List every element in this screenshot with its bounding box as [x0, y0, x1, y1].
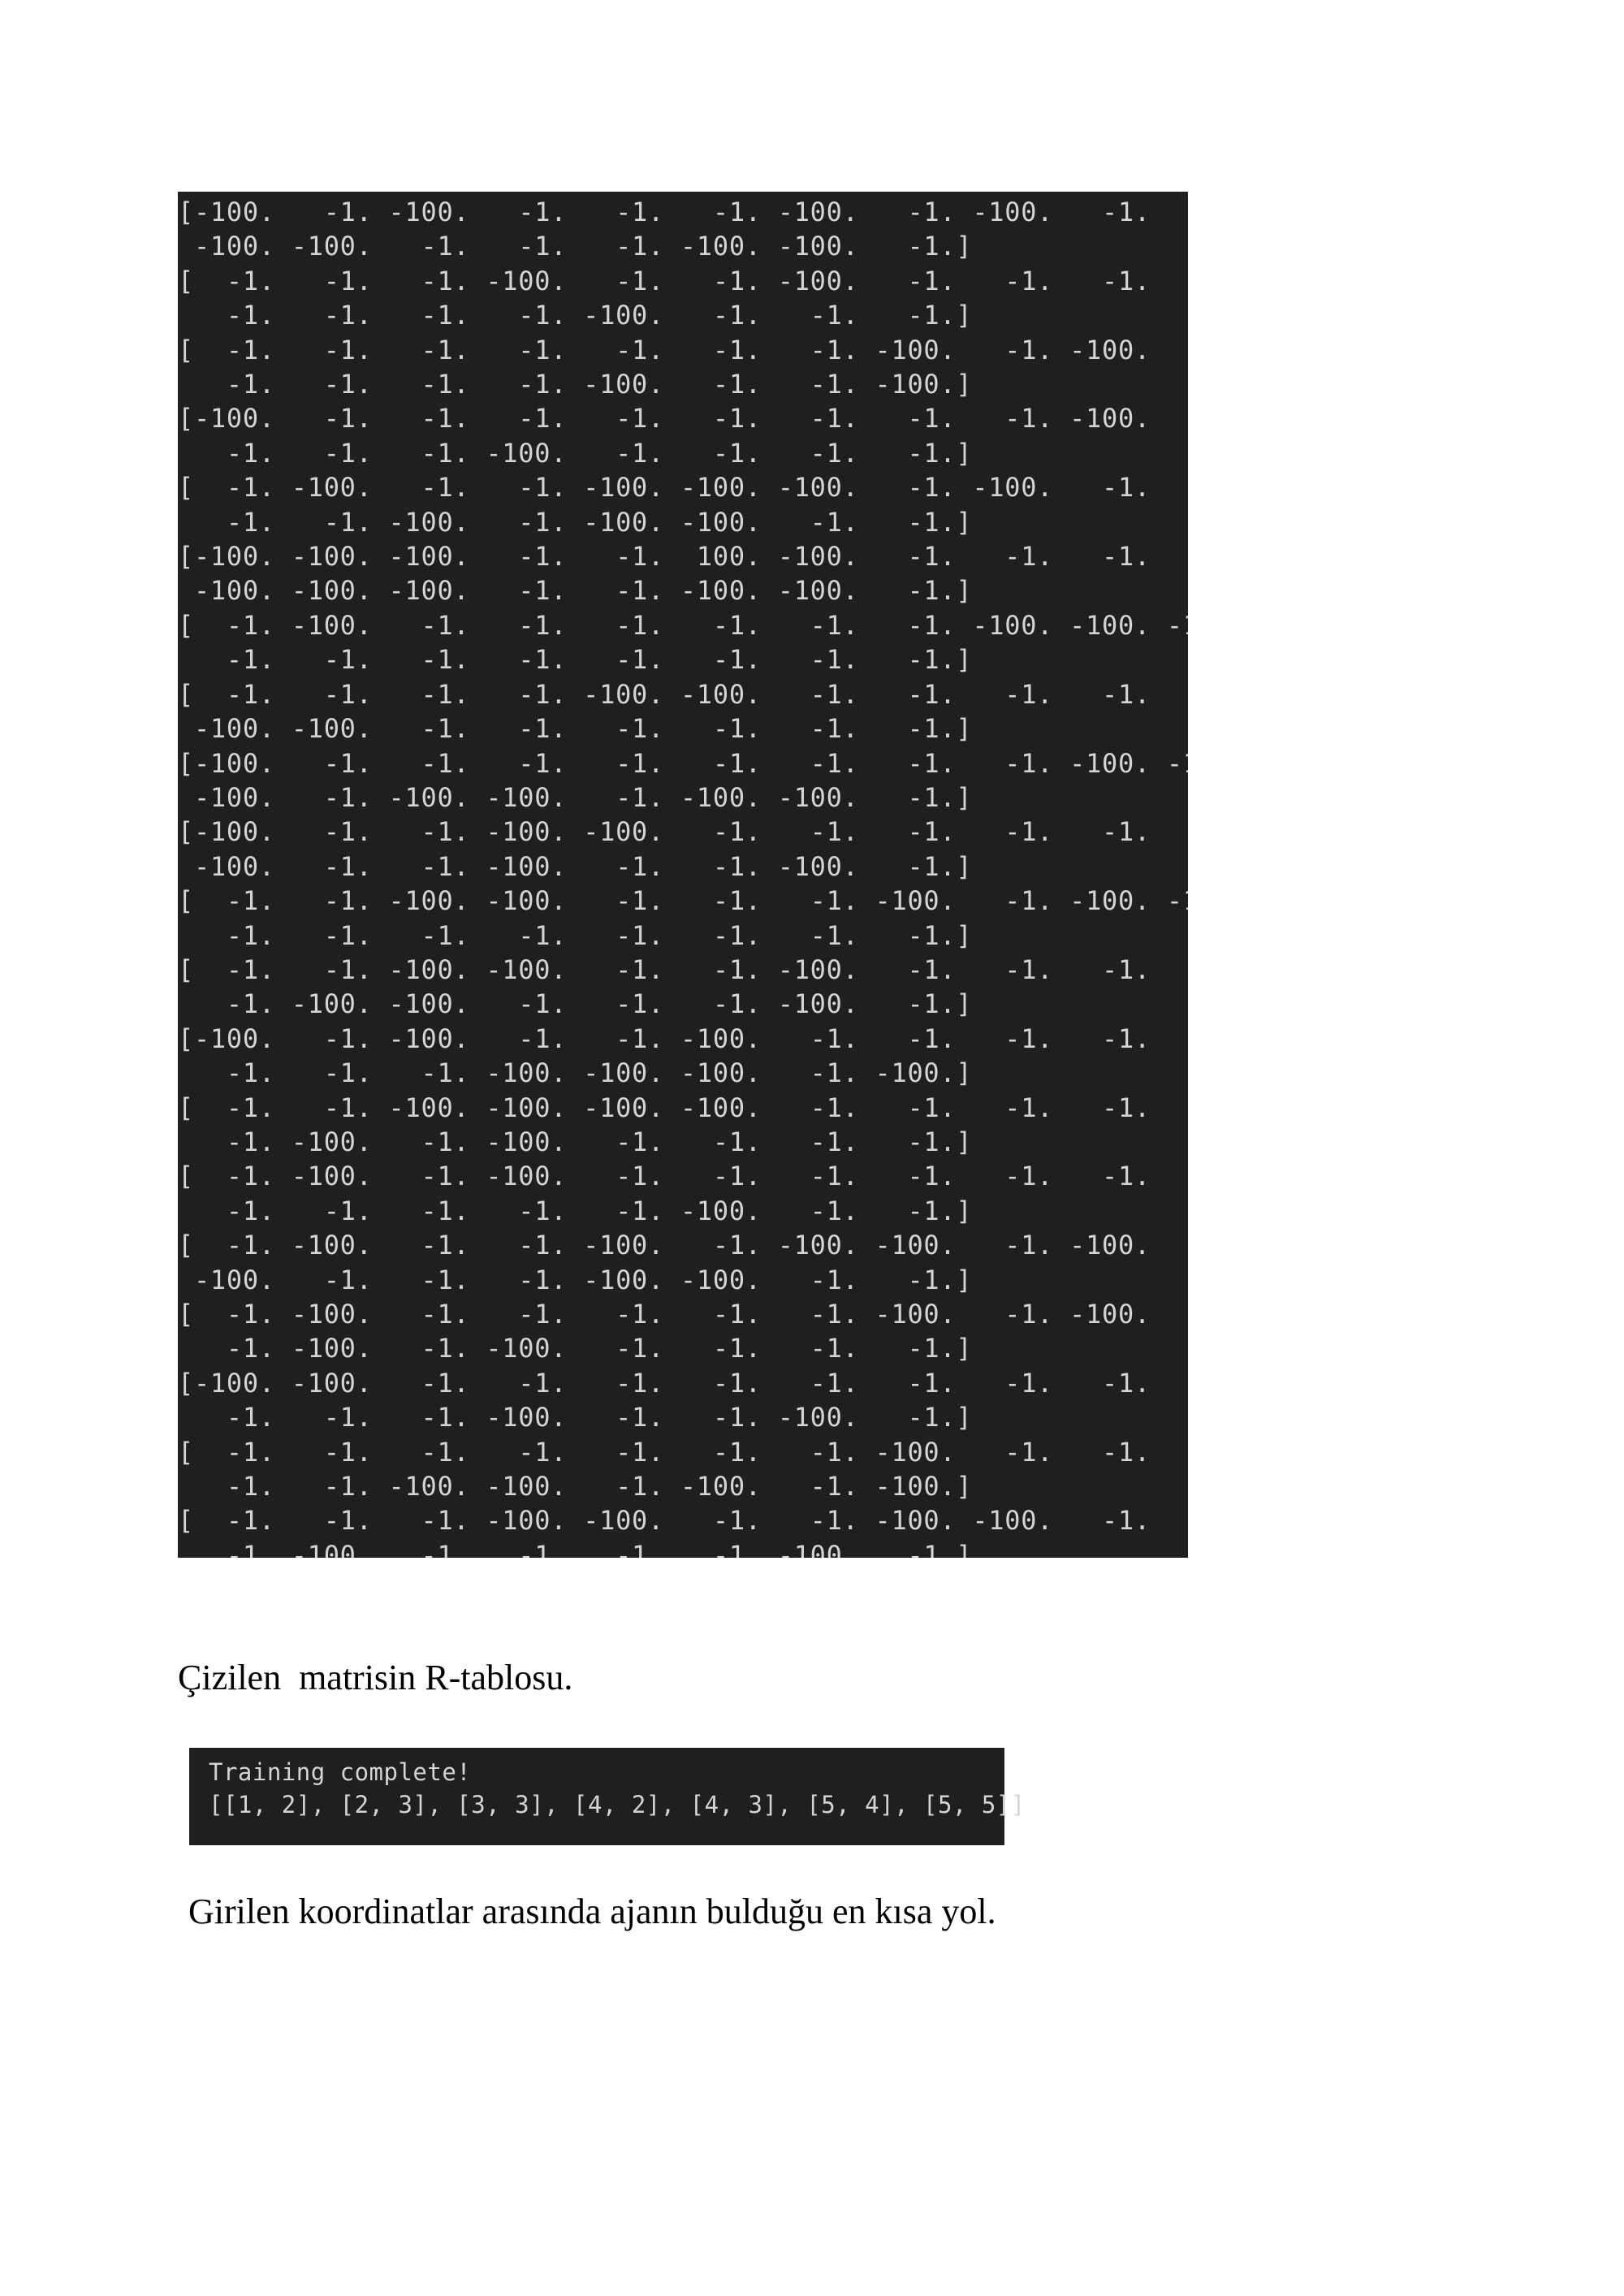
training-output-terminal-screenshot: Training complete! [[1, 2], [2, 3], [3, …	[189, 1748, 1026, 1845]
r-table-caption: Çizilen matrisin R-tablosu.	[178, 1658, 573, 1697]
training-output-text: Training complete! [[1, 2], [2, 3], [3, …	[209, 1758, 1026, 1818]
r-table-matrix-text: [-100. -1. -100. -1. -1. -1. -100. -1. -…	[178, 197, 1188, 1558]
shortest-path-caption: Girilen koordinatlar arasında ajanın bul…	[188, 1892, 996, 1931]
r-table-terminal-screenshot: [-100. -1. -100. -1. -1. -1. -100. -1. -…	[178, 192, 1188, 1558]
